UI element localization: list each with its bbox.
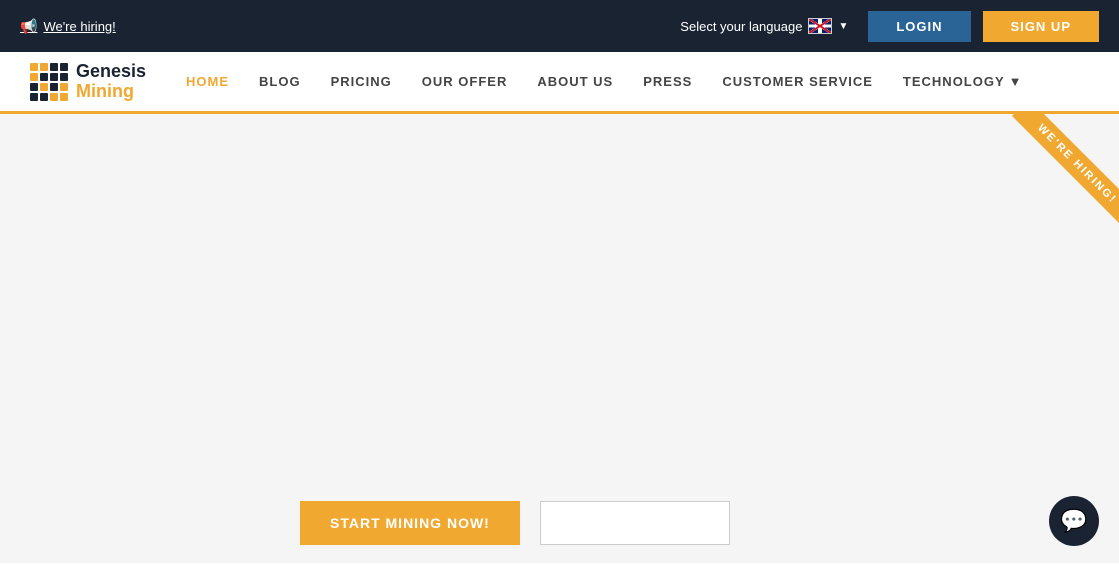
logo-dot	[30, 63, 38, 71]
logo-dot	[60, 83, 68, 91]
logo-dot	[50, 63, 58, 71]
flag-icon	[808, 18, 832, 34]
logo-dot	[50, 93, 58, 101]
logo-text: Genesis Mining	[76, 62, 146, 102]
nav-item-blog[interactable]: BLOG	[259, 74, 301, 89]
language-dropdown-arrow[interactable]: ▼	[838, 21, 848, 32]
language-selector[interactable]: Select your language ▼	[680, 18, 848, 34]
logo-dot	[50, 83, 58, 91]
hero-section: WE'RE HIRING! START MINING NOW!	[0, 114, 1119, 563]
logo-dot	[40, 73, 48, 81]
hiring-link[interactable]: 📢 We're hiring!	[20, 18, 116, 35]
logo-dot	[30, 73, 38, 81]
logo[interactable]: Genesis Mining	[30, 62, 146, 102]
logo-dot	[60, 63, 68, 71]
nav-item-pricing[interactable]: PRICING	[331, 74, 392, 89]
megaphone-icon: 📢	[20, 18, 37, 35]
nav-item-press[interactable]: PRESS	[643, 74, 692, 89]
corner-ribbon-text: WE'RE HIRING!	[1012, 114, 1119, 229]
logo-genesis: Genesis	[76, 62, 146, 82]
logo-dot	[40, 93, 48, 101]
logo-dot	[30, 83, 38, 91]
nav-item-about-us[interactable]: ABOUT US	[537, 74, 613, 89]
search-input[interactable]	[540, 501, 730, 545]
top-bar: 📢 We're hiring! Select your language ▼ L…	[0, 0, 1119, 52]
login-button[interactable]: LOGIN	[868, 11, 970, 42]
cta-area: START MINING NOW!	[0, 483, 1119, 563]
corner-ribbon[interactable]: WE'RE HIRING!	[959, 114, 1119, 274]
hiring-text: We're hiring!	[43, 19, 115, 34]
nav-item-technology[interactable]: TECHNOLOGY ▼	[903, 74, 1023, 89]
logo-dot	[60, 93, 68, 101]
technology-dropdown-arrow: ▼	[1009, 74, 1023, 89]
logo-dot	[40, 83, 48, 91]
signup-button[interactable]: SIGN UP	[983, 11, 1099, 42]
logo-dot	[50, 73, 58, 81]
nav-items: HOME BLOG PRICING OUR OFFER ABOUT US PRE…	[186, 74, 1022, 89]
nav-item-home[interactable]: HOME	[186, 74, 229, 89]
chat-icon: 💬	[1060, 508, 1087, 534]
logo-dot	[60, 73, 68, 81]
nav-bar: Genesis Mining HOME BLOG PRICING OUR OFF…	[0, 52, 1119, 114]
nav-item-our-offer[interactable]: OUR OFFER	[422, 74, 508, 89]
logo-dot	[40, 63, 48, 71]
start-mining-button[interactable]: START MINING NOW!	[300, 501, 520, 545]
chat-button[interactable]: 💬	[1049, 496, 1099, 546]
language-label: Select your language	[680, 19, 802, 34]
logo-grid	[30, 63, 68, 101]
logo-mining: Mining	[76, 82, 146, 102]
logo-dot	[30, 93, 38, 101]
nav-item-customer-service[interactable]: CUSTOMER SERVICE	[722, 74, 873, 89]
